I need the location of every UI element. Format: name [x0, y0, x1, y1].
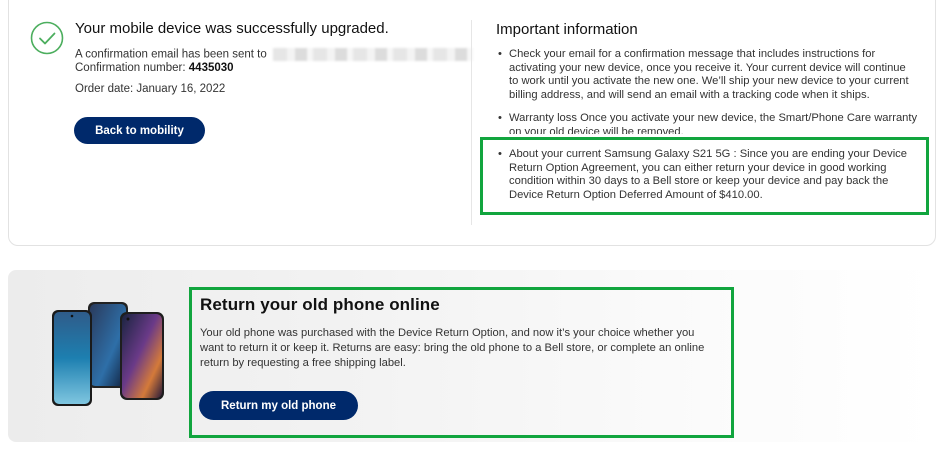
- info-item-text: Warranty loss Once you activate your new…: [509, 112, 918, 134]
- return-old-phone-button[interactable]: Return my old phone: [199, 391, 358, 420]
- important-info-title: Important information: [496, 21, 638, 38]
- info-item-warranty: • Warranty loss Once you activate your n…: [498, 112, 918, 134]
- confirmation-line: Confirmation number: 4435030: [75, 62, 234, 74]
- confirmation-label: Confirmation number:: [75, 62, 186, 74]
- info-item-check-email: • Check your email for a confirmation me…: [498, 48, 918, 102]
- email-prefix: A confirmation email has been sent to: [75, 48, 267, 61]
- column-divider: [471, 20, 472, 225]
- order-date: Order date: January 16, 2022: [75, 83, 226, 95]
- email-line: A confirmation email has been sent to: [75, 48, 473, 61]
- check-circle-icon: [30, 21, 64, 55]
- highlight-box-device-return: [480, 137, 929, 215]
- back-to-mobility-button[interactable]: Back to mobility: [74, 117, 205, 144]
- redacted-email: [272, 48, 473, 61]
- phones-image: [52, 302, 164, 406]
- return-title: Return your old phone online: [200, 295, 440, 314]
- bullet-icon: •: [498, 48, 502, 60]
- confirmation-number: 4435030: [188, 62, 234, 74]
- success-title: Your mobile device was successfully upgr…: [75, 20, 389, 37]
- bullet-icon: •: [498, 112, 502, 124]
- info-item-text: Check your email for a confirmation mess…: [509, 48, 909, 101]
- return-description: Your old phone was purchased with the De…: [200, 327, 705, 369]
